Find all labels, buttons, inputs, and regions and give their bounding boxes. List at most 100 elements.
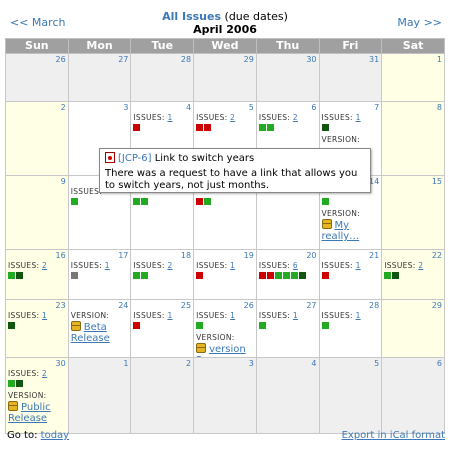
issues-count-link[interactable]: 1 (167, 311, 172, 320)
calendar-day-cell[interactable]: 23 ISSUES: 1 (5, 299, 69, 358)
day-number: 1 (436, 55, 442, 64)
calendar-day-cell[interactable]: 15 (381, 175, 445, 250)
issue-status-box[interactable] (392, 272, 400, 279)
issue-status-box[interactable] (274, 272, 282, 279)
issue-status-box[interactable] (282, 272, 290, 279)
calendar-day-cell[interactable]: 30 (255, 53, 320, 102)
calendar-day-cell[interactable]: 29 (193, 53, 257, 102)
issue-status-boxes (133, 198, 149, 206)
calendar-day-cell[interactable]: 1 (67, 357, 132, 434)
issue-status-box[interactable] (266, 272, 274, 279)
issue-status-box[interactable] (196, 272, 204, 279)
issues-count-link[interactable]: 1 (356, 113, 361, 122)
issue-status-box[interactable] (298, 272, 306, 279)
calendar-day-cell[interactable]: 27 ISSUES: 1 (255, 299, 320, 358)
issues-count-link[interactable]: 2 (293, 113, 298, 122)
next-month-link[interactable]: May >> (397, 16, 442, 29)
calendar-day-cell[interactable]: 18 ISSUES: 2 (130, 249, 195, 300)
issue-status-box[interactable] (321, 124, 329, 131)
issue-status-box[interactable] (266, 124, 274, 131)
calendar-day-cell[interactable]: 20 ISSUES: 6 (255, 249, 320, 300)
issue-status-box[interactable] (141, 272, 149, 279)
calendar-day-cell[interactable]: 28 (130, 53, 195, 102)
issues-count-link[interactable]: 2 (42, 261, 47, 270)
calendar-day-cell[interactable]: 19 ISSUES: 1 (193, 249, 257, 300)
calendar-day-cell[interactable]: 26 ISSUES: 1 VERSION:version 2. (193, 299, 257, 358)
issues-count-link[interactable]: 1 (42, 311, 47, 320)
issue-status-box[interactable] (196, 124, 204, 131)
calendar-day-cell[interactable]: 31 (318, 53, 383, 102)
issues-count: ISSUES: 1 (133, 311, 172, 320)
issues-count-link[interactable]: 2 (167, 261, 172, 270)
calendar-day-cell[interactable]: 27 (67, 53, 132, 102)
issues-count-link[interactable]: 2 (418, 261, 423, 270)
issue-status-box[interactable] (8, 272, 15, 279)
issue-status-box[interactable] (258, 322, 266, 329)
calendar-day-cell[interactable]: 9 (5, 175, 69, 250)
issue-status-box[interactable] (196, 198, 204, 205)
issue-status-box[interactable] (204, 198, 212, 205)
issue-status-box[interactable] (258, 272, 266, 279)
calendar-day-cell[interactable]: 2 (5, 101, 69, 176)
calendar-day-cell[interactable]: 1 (381, 53, 445, 102)
calendar-day-cell[interactable]: 8 (381, 101, 445, 176)
issues-label: ISSUES: (70, 187, 103, 196)
calendar-day-cell[interactable]: 22 ISSUES: 2 (381, 249, 445, 300)
issue-status-box[interactable] (258, 124, 266, 131)
today-link[interactable]: today (41, 430, 69, 441)
export-ical-link[interactable]: Export in iCal format (342, 430, 445, 441)
issue-status-box[interactable] (16, 380, 23, 387)
issue-status-box[interactable] (321, 272, 329, 279)
calendar-day-cell[interactable]: 16 ISSUES: 2 (5, 249, 69, 300)
issue-status-box[interactable] (8, 380, 15, 387)
calendar-day-cell[interactable]: 28 ISSUES: 1 (318, 299, 383, 358)
issues-count-link[interactable]: 1 (356, 261, 361, 270)
issue-status-box[interactable] (141, 198, 149, 205)
tooltip-issue-key[interactable]: [JCP-6] (118, 153, 152, 164)
calendar-day-cell[interactable]: 21 ISSUES: 1 (318, 249, 383, 300)
issue-status-box[interactable] (196, 322, 204, 329)
issue-status-box[interactable] (321, 322, 329, 329)
issue-status-boxes (258, 272, 307, 280)
issues-count-link[interactable]: 6 (293, 261, 298, 270)
issue-status-box[interactable] (70, 198, 78, 205)
calendar-day-cell[interactable]: 4 (255, 357, 320, 434)
calendar-day-cell[interactable]: 24 VERSION: Beta Release (67, 299, 132, 358)
issue-status-box[interactable] (133, 322, 141, 329)
issue-status-box[interactable] (8, 322, 15, 329)
issues-count-link[interactable]: 2 (230, 113, 235, 122)
issue-status-boxes (70, 198, 79, 206)
issue-status-box[interactable] (16, 272, 23, 279)
issues-count-link[interactable]: 1 (167, 113, 172, 122)
issues-count-link[interactable]: 1 (105, 261, 110, 270)
calendar-day-cell[interactable]: 29 (381, 299, 445, 358)
issues-label: ISSUES: (258, 113, 291, 122)
issue-status-box[interactable] (321, 198, 329, 205)
calendar-day-cell[interactable]: 3 (193, 357, 257, 434)
issues-label: ISSUES: (258, 261, 291, 270)
day-number: 7 (374, 103, 380, 112)
calendar-day-cell[interactable]: 26 (5, 53, 69, 102)
issue-status-box[interactable] (290, 272, 298, 279)
issues-count-link[interactable]: 2 (42, 369, 47, 378)
calendar-day-cell[interactable]: 25 ISSUES: 1 (130, 299, 195, 358)
day-number: 5 (248, 103, 254, 112)
calendar-day-cell[interactable]: 6 (381, 357, 445, 434)
issues-count-link[interactable]: 1 (230, 311, 235, 320)
issue-status-box[interactable] (384, 272, 392, 279)
issues-count-link[interactable]: 1 (356, 311, 361, 320)
calendar-day-cell[interactable]: 30 ISSUES: 2 VERSION: Public Release (5, 357, 69, 434)
calendar-day-cell[interactable]: 2 (130, 357, 195, 434)
issue-status-box[interactable] (133, 198, 141, 205)
all-issues-link[interactable]: All Issues (162, 10, 221, 23)
issue-status-box[interactable] (133, 124, 141, 131)
day-number: 19 (243, 251, 254, 260)
issues-count-link[interactable]: 1 (293, 311, 298, 320)
day-number: 25 (180, 301, 192, 310)
issue-status-box[interactable] (133, 272, 141, 279)
issues-count-link[interactable]: 1 (230, 261, 235, 270)
issue-status-box[interactable] (70, 272, 78, 279)
calendar-day-cell[interactable]: 17 ISSUES: 1 (67, 249, 132, 300)
issue-status-box[interactable] (204, 124, 212, 131)
calendar-day-cell[interactable]: 5 (318, 357, 383, 434)
